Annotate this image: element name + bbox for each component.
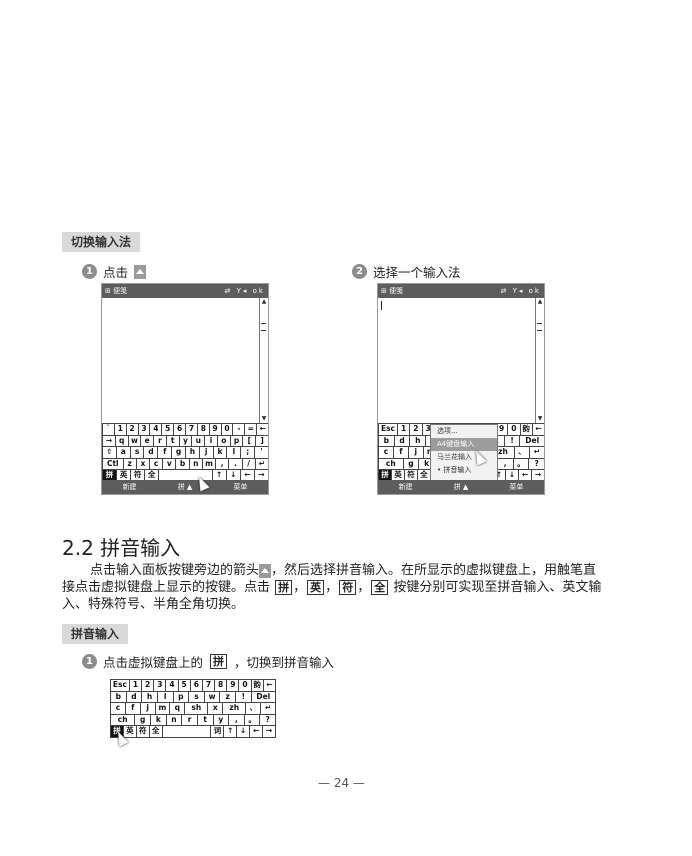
keyboard-row: Ctl z x c v b n m,. / ↵ [102,457,268,470]
keyboard-row: bdhlpswz!Del [110,690,277,703]
popup-item-pinyin[interactable]: • 拼音输入 [431,464,497,477]
vertical-scrollbar[interactable]: ▲ ▼ [259,298,268,423]
step-2: 2 选择一个输入法 [352,262,461,281]
app-title: 便笺 [113,287,128,295]
menu-button[interactable]: 菜单 [509,482,523,492]
keyboard-row: 拼英符全 ↑ ↓ ← → [102,469,268,482]
menu-bar: 新建 拼 ▲ 菜单 [102,480,268,494]
input-method-popup: 选项... A4键盘输入 马兰花输入 • 拼音输入 [430,424,498,482]
para-text: 按键分别可实现至拼音输入、英文输 [393,580,602,595]
menu-bar: 新建 拼 ▲ 菜单 [378,480,544,494]
page-number: — 24 — [318,776,365,790]
key[interactable]: → [262,725,276,738]
status-icons[interactable]: ⇄ Y◂ ok [225,287,265,295]
device-screen-1: ⊞ 便笺 ⇄ Y◂ ok ▲ ▼ ` 1 2 3 4 5 6 7 8 9 0- = ← → q w e r t y u i… [101,283,269,495]
scroll-up-icon[interactable]: ▲ [260,298,268,306]
virtual-keyboard-english: ` 1 2 3 4 5 6 7 8 9 0- = ← → q w e r t y u i o p[] ⇧ a s d f g h j k l; ' C… [102,423,268,482]
para-text: 接点击虚拟键盘上显示的按键。点击 [62,580,271,595]
windows-start-icon[interactable]: ⊞ [381,287,387,295]
step-text: 点击虚拟键盘上的 [103,655,204,670]
keyboard-row: → q w e r t y u i o p[] [102,434,268,447]
windows-start-icon[interactable]: ⊞ [105,287,111,295]
step-number: 1 [82,654,97,669]
document-area[interactable]: ▲ ▼ [378,298,544,423]
scroll-up-icon[interactable]: ▲ [536,298,544,306]
status-icons[interactable]: ⇄ Y◂ ok [501,287,541,295]
key-pinyin-label: 拼 [275,580,293,595]
step-text: 点击 [103,265,129,280]
input-panel-button[interactable]: 拼 ▲ [454,482,469,492]
section-banner-pinyin: 拼音输入 [62,624,129,644]
para-text: 入、特殊符号、半角全角切换。 [62,597,245,612]
menu-new-button[interactable]: 新建 [123,482,137,492]
step-text: ，切换到拼音输入 [234,655,335,670]
document-area[interactable]: ▲ ▼ [102,298,268,423]
step-1: 1 点击 [82,262,147,281]
section-banner-switch-input: 切换输入法 [62,232,141,252]
step-number: 2 [352,264,367,279]
keyboard-row: ` 1 2 3 4 5 6 7 8 9 0- = ← [102,423,268,436]
virtual-keyboard-pinyin-standalone: Esc 1 2 3 4 5 6 7 8 9 0 韵 ← b d h l p s w z! Del c f j m q sh x zh、 ↵ c… [110,679,277,738]
key[interactable]: 符 [135,725,150,738]
scroll-thumb[interactable] [537,323,542,331]
keyboard-row: Esc1234567890韵← [110,679,276,692]
keyboard-row: chgknrty,。? [110,713,277,726]
arrow-up-icon [259,563,272,578]
arrow-up-icon [134,264,147,279]
keyboard-row: ⇧ a s d f g h j k l; ' [102,446,268,459]
key-symbol-label: 符 [339,580,357,595]
step-text: 选择一个输入法 [373,265,461,280]
key-fullwidth-label: 全 [371,580,389,595]
key[interactable]: ↑ [223,725,238,738]
popup-item-options[interactable]: 选项... [431,425,497,438]
keyboard-row: 拼英符全词↑↓←→ [110,725,276,738]
key[interactable]: ↓ [236,725,251,738]
popup-item-a4-keyboard[interactable]: A4键盘输入 [431,438,497,451]
key[interactable]: 全 [148,725,163,738]
keyboard-row: cfjmqshxzh、↵ [110,702,277,715]
scroll-down-icon[interactable]: ▼ [536,415,544,423]
step-3: 1 点击虚拟键盘上的 拼 ，切换到拼音输入 [82,652,334,671]
section-heading: 2.2 拼音输入 [62,536,181,560]
text-cursor [381,301,382,310]
device-screen-2: ⊞ 便笺 ⇄ Y◂ ok ▲ ▼ Esc1234567890韵←bdhlpswz… [377,283,545,495]
description-paragraph: 点击输入面板按键旁边的箭头 ，然后选择拼音输入。在所显示的虚拟键盘上，用触笔直 接… [62,562,632,613]
menu-new-button[interactable]: 新建 [399,482,413,492]
para-text: ，然后选择拼音输入。在所显示的虚拟键盘上，用触笔直 [271,563,597,578]
scroll-down-icon[interactable]: ▼ [260,415,268,423]
scroll-thumb[interactable] [261,323,266,331]
popup-item-malanhua[interactable]: 马兰花输入 [431,451,497,464]
app-title: 便笺 [389,287,404,295]
input-panel-button[interactable]: 拼 ▲ [178,482,193,492]
key[interactable] [161,725,212,738]
key[interactable]: 词 [210,725,225,738]
vertical-scrollbar[interactable]: ▲ ▼ [535,298,544,423]
title-bar: ⊞ 便笺 ⇄ Y◂ ok [102,284,268,298]
key-pinyin-label: 拼 [210,654,228,669]
step-number: 1 [82,264,97,279]
menu-button[interactable]: 菜单 [233,482,247,492]
key[interactable]: ← [249,725,264,738]
title-bar: ⊞ 便笺 ⇄ Y◂ ok [378,284,544,298]
key-english-label: 英 [307,580,325,595]
para-text: 点击输入面板按键旁边的箭头 [90,563,260,578]
